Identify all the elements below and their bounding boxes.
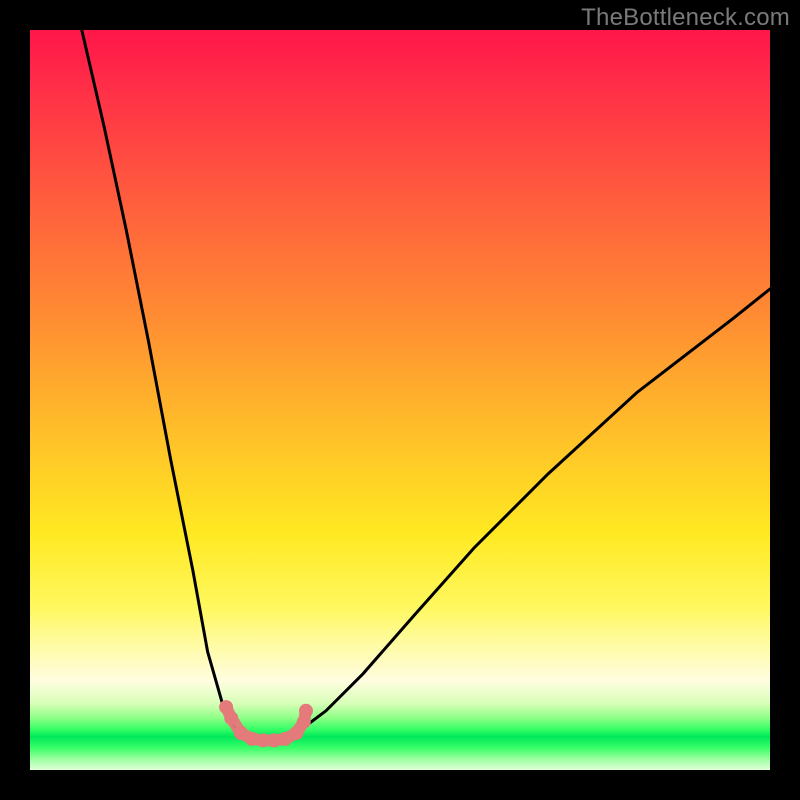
trough-markers bbox=[219, 700, 313, 747]
plot-area bbox=[30, 30, 770, 770]
curve-layer bbox=[30, 30, 770, 770]
right-curve bbox=[274, 289, 770, 740]
chart-frame: TheBottleneck.com bbox=[0, 0, 800, 800]
watermark-text: TheBottleneck.com bbox=[581, 4, 790, 32]
left-curve bbox=[82, 30, 274, 740]
